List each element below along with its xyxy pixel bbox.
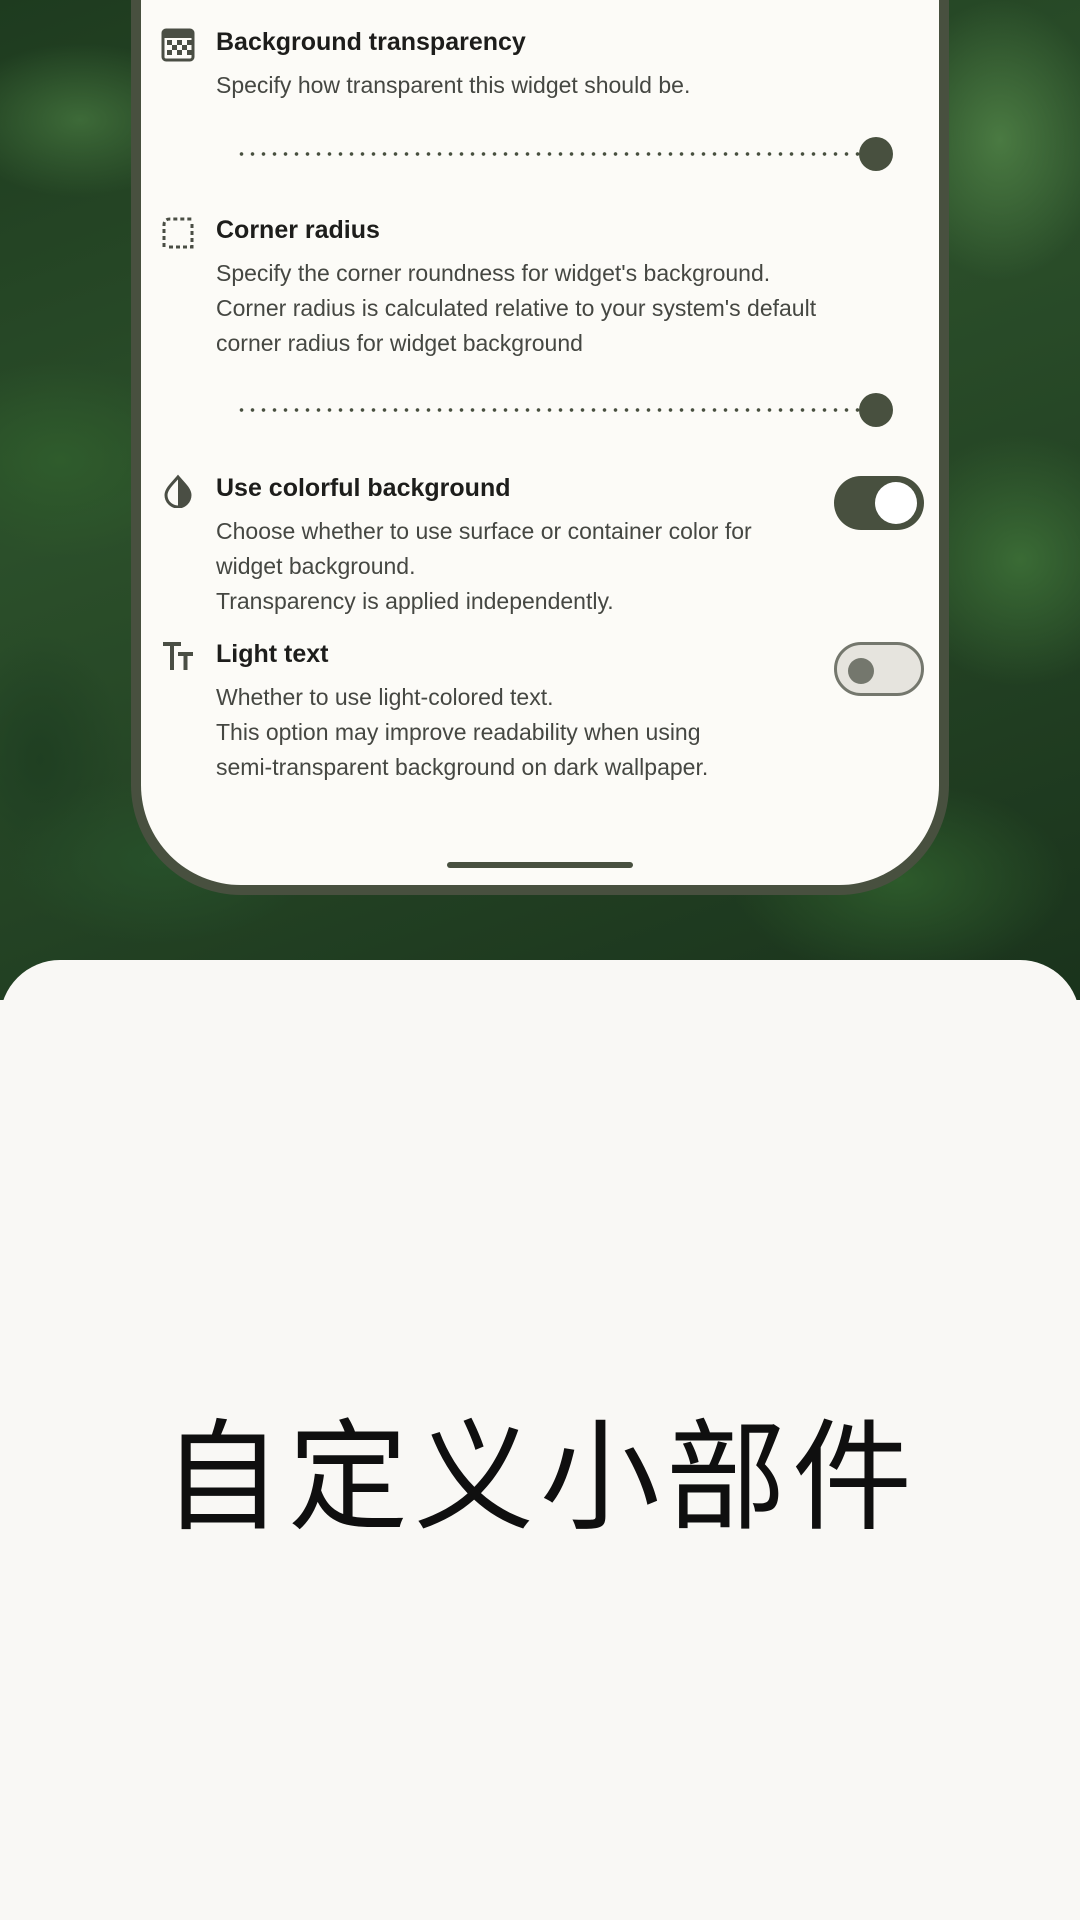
slider-thumb[interactable]: [859, 137, 893, 171]
setting-title: Light text: [216, 640, 329, 668]
slider-track: [236, 152, 876, 156]
setting-description: Choose whether to use surface or contain…: [216, 518, 752, 614]
corner-radius-slider[interactable]: [236, 390, 893, 430]
slider-thumb[interactable]: [859, 393, 893, 427]
slider-track: [236, 408, 876, 412]
switch-knob: [848, 658, 874, 684]
settings-screen: Background transparency Specify how tran…: [141, 0, 939, 885]
switch-knob: [875, 482, 917, 524]
contrast-drop-icon: [161, 474, 195, 509]
text-size-icon: [161, 640, 195, 674]
gesture-home-bar[interactable]: [447, 862, 633, 868]
caption-card: 自定义小部件: [0, 960, 1080, 1920]
feature-caption: 自定义小部件: [162, 1409, 918, 1548]
corner-radius-icon: [161, 216, 195, 250]
setting-description: Specify the corner roundness for widget'…: [216, 260, 817, 356]
light-text-switch[interactable]: [834, 642, 924, 696]
transparency-grid-icon: [161, 28, 195, 62]
setting-title: Background transparency: [216, 28, 526, 56]
setting-title: Corner radius: [216, 216, 380, 244]
setting-description: Whether to use light-colored text. This …: [216, 684, 709, 780]
phone-frame: Background transparency Specify how tran…: [131, 0, 949, 895]
colorful-background-switch[interactable]: [834, 476, 924, 530]
transparency-slider[interactable]: [236, 134, 893, 174]
setting-title: Use colorful background: [216, 474, 511, 502]
setting-description: Specify how transparent this widget shou…: [216, 72, 691, 98]
